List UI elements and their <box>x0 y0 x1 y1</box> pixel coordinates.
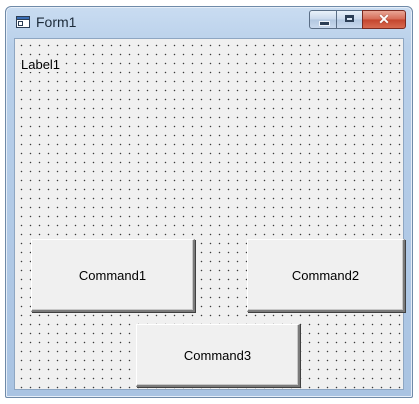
command1-button[interactable]: Command1 <box>31 239 195 312</box>
title-bar[interactable]: Form1 ✕ <box>6 7 412 37</box>
command3-button[interactable]: Command3 <box>136 324 300 387</box>
form1-window: Form1 ✕ Label1 Command1 Command2 Command… <box>5 6 413 398</box>
maximize-button[interactable] <box>336 10 363 29</box>
close-button[interactable]: ✕ <box>362 10 406 29</box>
command2-button[interactable]: Command2 <box>247 239 405 312</box>
window-title: Form1 <box>36 14 77 30</box>
caption-buttons: ✕ <box>308 10 406 31</box>
label1[interactable]: Label1 <box>21 57 63 72</box>
minimize-button[interactable] <box>309 10 337 29</box>
maximize-icon <box>345 15 354 22</box>
form-design-surface[interactable]: Label1 Command1 Command2 Command3 <box>14 38 405 390</box>
form-window-icon <box>16 16 30 28</box>
minimize-icon <box>319 21 330 26</box>
close-icon: ✕ <box>378 11 390 27</box>
